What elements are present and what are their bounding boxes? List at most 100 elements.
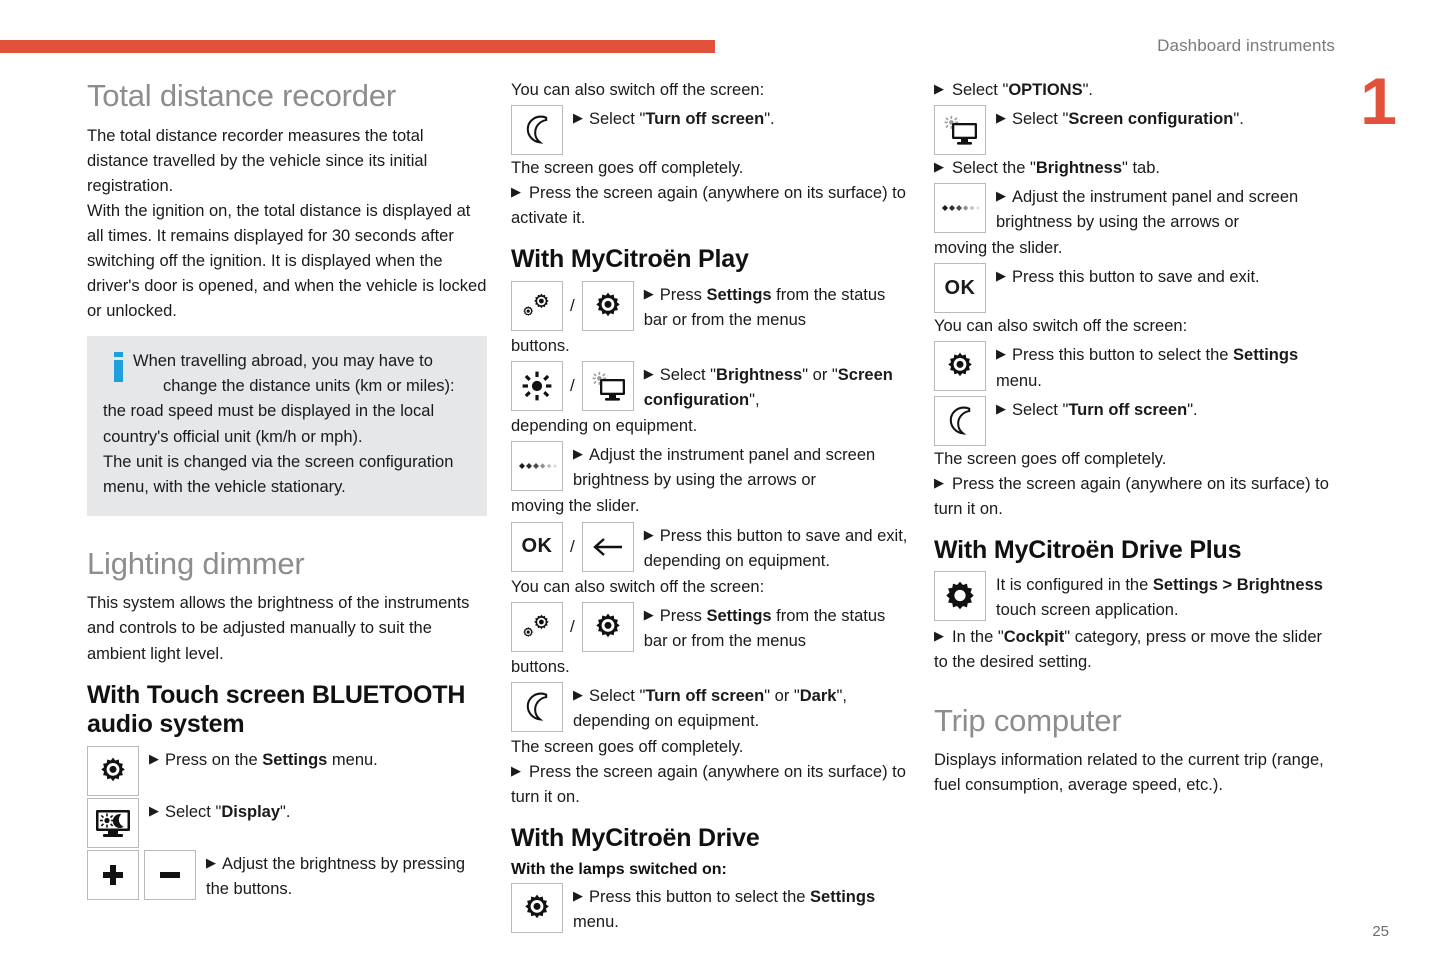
step-row: ▶ Select "Display". (87, 797, 487, 848)
step-text: ▶ Press on the Settings menu. (139, 746, 378, 773)
step-row: OK / ▶ Press this button to save and exit… (511, 521, 913, 574)
step-row: OK ▶ Press this button to save and exit. (934, 263, 1336, 314)
bullet-arrow-icon: ▶ (996, 400, 1006, 416)
step-text: ▶ Select "Turn off screen" or "Dark", dep… (563, 682, 913, 734)
bullet-arrow-icon: ▶ (643, 366, 654, 382)
step-icons (934, 571, 986, 622)
text-press-screen-note: ▶ Press the screen again (anywhere on its… (511, 181, 913, 231)
step-row: / ▶ Press Settings from the status bar or… (511, 601, 913, 654)
step-icons (934, 395, 986, 446)
text-press-screen-note: ▶ Press the screen again (anywhere on its… (511, 760, 913, 810)
step-row: ▶ Press this button to select the Setting… (934, 341, 1336, 393)
bullet-arrow-icon: ▶ (149, 750, 159, 766)
slider-icon[interactable] (511, 441, 563, 492)
step-row: It is configured in the Settings > Brigh… (934, 571, 1336, 623)
column-right: ▶ Select "OPTIONS". ▶ Select "Screen con… (934, 78, 1336, 798)
step-icons (511, 882, 563, 933)
line-select-brightness-tab-content: Select the "Brightness" tab. (952, 159, 1160, 178)
bullet-arrow-icon: ▶ (996, 346, 1006, 362)
info-callout: When travelling abroad, you may have to … (87, 336, 487, 516)
step-icons (511, 441, 563, 492)
bullet-arrow-icon: ▶ (573, 887, 583, 903)
bullet-arrow-icon: ▶ (934, 159, 944, 175)
step-tail-text: buttons. (511, 657, 570, 676)
step-text-content: Press this button to save and exit. (1012, 268, 1260, 287)
column-left: Total distance recorder The total distan… (87, 78, 487, 903)
step-icons: OK / (511, 521, 634, 572)
gear-dot-icon (511, 882, 563, 933)
line-select-options-content: Select "OPTIONS". (952, 81, 1094, 99)
text-screen-off-note: The screen goes off completely. (511, 738, 744, 757)
step-text: ▶ Select "Turn off screen". (986, 396, 1198, 423)
two-gears-icon (511, 280, 563, 331)
step-icons (87, 797, 139, 848)
two-gears-icon (511, 601, 563, 652)
column-middle: You can also switch off the screen: ▶ Sel… (511, 78, 913, 936)
step-text: ▶ Adjust the instrument panel and screen … (986, 183, 1336, 235)
step-row: ▶ Press this button to select the Setting… (511, 882, 913, 935)
step-row: ▶ Select "Turn off screen". (511, 105, 913, 156)
step-tail-text: moving the slider. (934, 239, 1063, 258)
info-icon (103, 349, 133, 383)
step-text: It is configured in the Settings > Brigh… (986, 571, 1336, 623)
step-text: ▶ Select "Turn off screen". (563, 105, 775, 132)
step-text: ▶ Select "Screen configuration". (986, 105, 1244, 132)
ok-icon[interactable]: OK (934, 263, 986, 314)
bullet-arrow-icon: ▶ (996, 110, 1006, 126)
step-text: ▶ Select "Display". (139, 798, 290, 825)
gear-dot-icon (87, 745, 139, 796)
bullet-arrow-icon: ▶ (643, 526, 654, 542)
step-text: ▶ Select "Brightness" or "Screen configur… (634, 361, 913, 413)
step-text-content: Select "Brightness" or "Screen configura… (643, 366, 893, 410)
step-text-content: Press this button to save and exit, depe… (643, 526, 908, 570)
line-cockpit-slider-content: In the "Cockpit" category, press or move… (934, 627, 1322, 671)
back-arrow-icon[interactable] (581, 521, 634, 572)
step-text-content: Press Settings from the status bar or fr… (643, 606, 886, 650)
step-icons: OK (934, 263, 986, 314)
moon-icon (934, 395, 986, 446)
step-row: ▶ Adjust the instrument panel and screen … (934, 183, 1336, 235)
text-screen-off-note: The screen goes off completely. (934, 449, 1167, 468)
step-text-content: Press this button to select the Settings… (573, 887, 876, 931)
sun-icon (511, 361, 563, 412)
separator-slash: / (570, 376, 575, 396)
bullet-arrow-icon: ▶ (511, 184, 521, 200)
step-text-content: Select "Display". (165, 802, 291, 821)
step-row: ▶ Adjust the brightness by pressing the b… (87, 849, 487, 902)
subheading-lamps-switched-on: With the lamps switched on: (511, 860, 727, 878)
slider-icon[interactable] (934, 183, 986, 234)
gear-dot-icon (934, 341, 986, 392)
bullet-arrow-icon: ▶ (511, 763, 521, 779)
ok-icon[interactable]: OK (511, 521, 563, 572)
text-press-screen-content: Press the screen again (anywhere on its … (934, 474, 1329, 518)
moon-icon (511, 105, 563, 156)
separator-slash: / (570, 616, 575, 636)
step-row: ▶ Adjust the instrument panel and screen … (511, 441, 913, 493)
step-row: / ▶ Press Settings from the status bar or… (511, 280, 913, 333)
step-row: / ▶ Select "Brightness" or "Screen confi… (511, 361, 913, 413)
step-icons (934, 341, 986, 392)
minus-icon[interactable] (144, 849, 196, 900)
page-number: 25 (1372, 923, 1389, 940)
step-icons (934, 183, 986, 234)
monitor-sun-icon (934, 105, 986, 156)
step-row: ▶ Select "Turn off screen". (934, 395, 1336, 446)
step-icons (511, 105, 563, 156)
step-icons (934, 105, 986, 156)
moon-icon (511, 681, 563, 732)
separator-slash: / (570, 295, 575, 315)
info-callout-lead: When travelling abroad, you may have to … (103, 349, 471, 399)
step-text: ▶ Adjust the brightness by pressing the b… (196, 850, 487, 902)
paragraph-lighting-dimmer: This system allows the brightness of the… (87, 594, 470, 663)
step-icons (87, 849, 196, 900)
subheading-mycitroen-play: With MyCitroën Play (511, 245, 749, 274)
text-press-screen-content: Press the screen again (anywhere on its … (511, 184, 906, 228)
text-switch-off-intro: You can also switch off the screen: (511, 81, 765, 99)
step-row: ▶ Select "Turn off screen" or "Dark", dep… (511, 681, 913, 734)
paragraph-trip-computer: Displays information related to the curr… (934, 751, 1324, 795)
info-callout-line2: change the distance units (km or miles): (163, 377, 455, 396)
bullet-arrow-icon: ▶ (934, 474, 944, 490)
bullet-arrow-icon: ▶ (573, 686, 583, 702)
monitor-sun-moon-icon (87, 797, 139, 848)
plus-icon[interactable] (87, 849, 139, 900)
